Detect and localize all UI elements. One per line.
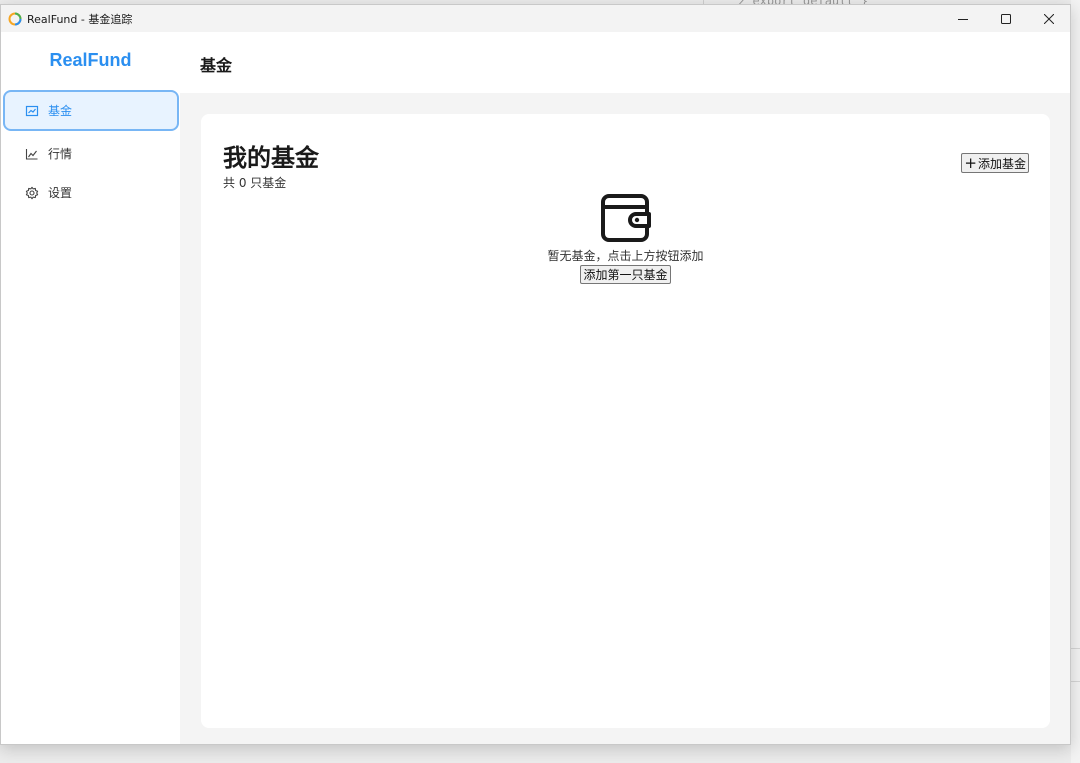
line-chart-icon: [25, 147, 39, 161]
sidebar-item-label: 基金: [48, 104, 73, 118]
empty-state: 暂无基金，点击上方按钮添加 添加第一只基金: [201, 192, 1050, 284]
app-logo-text: RealFund: [49, 50, 132, 70]
page-header: 基金: [180, 32, 1070, 93]
editor-edge: [1071, 0, 1080, 763]
maximize-button[interactable]: [984, 5, 1027, 32]
add-first-fund-button[interactable]: 添加第一只基金: [580, 265, 671, 284]
minimize-icon: [957, 18, 968, 20]
window-title: RealFund - 基金追踪: [27, 12, 133, 26]
minimize-button[interactable]: [941, 5, 984, 32]
gear-icon: [25, 186, 39, 200]
close-icon: [1043, 13, 1054, 24]
wallet-icon: [600, 194, 651, 242]
sidebar-item-funds[interactable]: 基金: [3, 90, 179, 131]
sidebar: RealFund 基金 行情 设置: [1, 32, 180, 744]
plus-icon: +: [964, 153, 977, 172]
add-fund-label: 添加基金: [977, 156, 1026, 171]
sidebar-item-market[interactable]: 行情: [3, 133, 179, 174]
app-window: RealFund - 基金追踪 RealFund 基金 行情 设置 基金 我的基…: [0, 4, 1071, 745]
main-content: 我的基金 共 0 只基金 + 添加基金 暂无基金，点击上方按钮添加 添加第一只基…: [180, 93, 1070, 744]
add-fund-button[interactable]: + 添加基金: [961, 153, 1029, 173]
close-button[interactable]: [1027, 5, 1070, 32]
fund-count: 共 0 只基金: [223, 176, 287, 190]
window-controls: [941, 5, 1070, 32]
card-title: 我的基金: [223, 144, 319, 172]
sidebar-item-label: 行情: [48, 147, 73, 161]
chart-box-icon: [25, 104, 39, 118]
maximize-icon: [1000, 13, 1011, 24]
app-logo-icon: [8, 12, 22, 25]
title-bar[interactable]: RealFund - 基金追踪: [1, 5, 1070, 32]
page-title: 基金: [200, 56, 233, 75]
funds-card: 我的基金 共 0 只基金 + 添加基金 暂无基金，点击上方按钮添加 添加第一只基…: [201, 114, 1050, 728]
sidebar-item-label: 设置: [48, 186, 73, 200]
empty-state-text: 暂无基金，点击上方按钮添加: [547, 249, 704, 263]
sidebar-item-settings[interactable]: 设置: [3, 172, 179, 213]
